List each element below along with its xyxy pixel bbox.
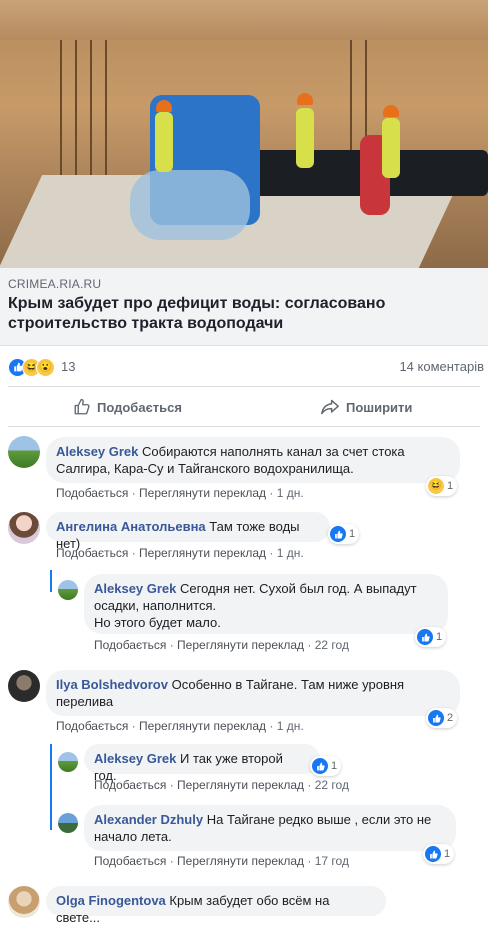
comment-count[interactable]: 14 коментарів — [399, 359, 484, 374]
haha-icon: 😆 — [428, 478, 444, 494]
comment-like-link[interactable]: Подобається — [94, 854, 166, 868]
like-button-label: Подобається — [97, 399, 182, 415]
helmet — [156, 100, 172, 112]
comment-translate-link[interactable]: Переглянути переклад — [139, 719, 266, 733]
comment-translate-link[interactable]: Переглянути переклад — [177, 778, 304, 792]
photo-background — [0, 0, 488, 40]
comment-bubble: Ангелина Анатольевна Там тоже воды нет) — [46, 512, 330, 551]
like-icon — [425, 846, 441, 862]
comment-reactions[interactable]: 1 — [423, 844, 455, 864]
wrapped-pipe — [130, 170, 250, 240]
comment-time[interactable]: 1 дн. — [277, 719, 304, 733]
link-headline[interactable]: Крым забудет про дефицит воды: согласова… — [8, 294, 478, 334]
comment-time[interactable]: 17 год — [315, 854, 349, 868]
like-icon — [417, 629, 433, 645]
divider — [8, 426, 480, 427]
comment-time[interactable]: 22 год — [315, 778, 349, 792]
comment-time[interactable]: 22 год — [315, 638, 349, 652]
comment-actions: Подобається · Переглянути переклад · 22 … — [94, 778, 349, 792]
comment-like-link[interactable]: Подобається — [56, 486, 128, 500]
comment-author[interactable]: Alexander Dzhuly — [94, 812, 203, 827]
comment-bubble: Olga Finogentova Крым забудет обо всём н… — [46, 886, 386, 925]
worker — [296, 108, 314, 168]
like-icon — [312, 758, 328, 774]
like-button[interactable]: Подобається — [73, 396, 182, 418]
comment-reactions[interactable]: 1 — [310, 756, 342, 776]
comment-translate-link[interactable]: Переглянути переклад — [139, 486, 266, 500]
link-preview-image[interactable] — [0, 0, 488, 268]
avatar[interactable] — [8, 886, 40, 918]
comment-author[interactable]: Ангелина Анатольевна — [56, 519, 206, 534]
comment-actions: Подобається · Переглянути переклад · 17 … — [94, 854, 349, 868]
comment-text-line: Но этого будет мало. — [94, 615, 221, 630]
comment-author[interactable]: Ilya Bolshedvorov — [56, 677, 168, 692]
comment-author[interactable]: Aleksey Grek — [94, 751, 176, 766]
link-preview-box[interactable]: CRIMEA.RIA.RU Крым забудет про дефицит в… — [0, 268, 488, 346]
reaction-icons[interactable]: 😆 😮 — [8, 358, 60, 377]
comment-like-link[interactable]: Подобається — [94, 778, 166, 792]
comment-bubble: Aleksey Grek И так уже второй год. — [84, 744, 320, 783]
comment-reactions[interactable]: 1 — [328, 524, 360, 544]
comment-actions: Подобається · Переглянути переклад · 1 д… — [56, 486, 304, 500]
share-arrow-icon — [321, 399, 339, 415]
comment-author[interactable]: Aleksey Grek — [56, 444, 138, 459]
comment-like-link[interactable]: Подобається — [94, 638, 166, 652]
like-icon — [428, 710, 444, 726]
comment-reactions[interactable]: 😆 1 — [426, 476, 458, 496]
comment-reaction-count: 2 — [447, 712, 454, 724]
comment-actions: Подобається · Переглянути переклад · 22 … — [94, 638, 349, 652]
comment-translate-link[interactable]: Переглянути переклад — [177, 854, 304, 868]
comment-bubble: Alexander Dzhuly На Тайгане редко выше ,… — [84, 805, 456, 851]
thumbs-up-icon — [74, 398, 90, 415]
reaction-count[interactable]: 13 — [61, 359, 75, 374]
comment-author[interactable]: Aleksey Grek — [94, 581, 176, 596]
comment-like-link[interactable]: Подобається — [56, 546, 128, 560]
avatar[interactable] — [8, 512, 40, 544]
comment-time[interactable]: 1 дн. — [277, 546, 304, 560]
comment-reaction-count: 1 — [444, 848, 451, 860]
comment-translate-link[interactable]: Переглянути переклад — [177, 638, 304, 652]
wow-icon: 😮 — [36, 358, 55, 377]
comment-reaction-count: 1 — [331, 760, 338, 772]
worker — [155, 112, 173, 172]
helmet — [297, 93, 313, 105]
share-button[interactable]: Поширити — [320, 396, 412, 418]
comment-reaction-count: 1 — [447, 480, 454, 492]
comment-time[interactable]: 1 дн. — [277, 486, 304, 500]
divider — [8, 386, 480, 387]
comment-bubble: Aleksey Grek Сегодня нет. Сухой был год.… — [84, 574, 448, 634]
avatar[interactable] — [58, 580, 78, 600]
avatar[interactable] — [8, 670, 40, 702]
avatar[interactable] — [8, 436, 40, 468]
reply-thread-line — [50, 570, 52, 592]
comment-translate-link[interactable]: Переглянути переклад — [139, 546, 266, 560]
comment-reaction-count: 1 — [436, 631, 443, 643]
comment-reactions[interactable]: 2 — [426, 708, 458, 728]
reply-thread-line — [50, 744, 52, 830]
comment-actions: Подобається · Переглянути переклад · 1 д… — [56, 546, 304, 560]
comment-bubble: Ilya Bolshedvorov Особенно в Тайгане. Та… — [46, 670, 460, 716]
reaction-summary: 😆 😮 13 14 коментарів — [0, 350, 488, 382]
link-source: CRIMEA.RIA.RU — [8, 277, 102, 291]
comment-bubble: Aleksey Grek Собираются наполнять канал … — [46, 437, 460, 483]
share-button-label: Поширити — [346, 399, 413, 415]
helmet — [383, 105, 399, 117]
comment-author[interactable]: Olga Finogentova — [56, 893, 166, 908]
avatar[interactable] — [58, 752, 78, 772]
comment-reactions[interactable]: 1 — [415, 627, 447, 647]
comment-actions: Подобається · Переглянути переклад · 1 д… — [56, 719, 304, 733]
comment-reaction-count: 1 — [349, 528, 356, 540]
comment-like-link[interactable]: Подобається — [56, 719, 128, 733]
avatar[interactable] — [58, 813, 78, 833]
worker — [382, 118, 400, 178]
like-icon — [330, 526, 346, 542]
